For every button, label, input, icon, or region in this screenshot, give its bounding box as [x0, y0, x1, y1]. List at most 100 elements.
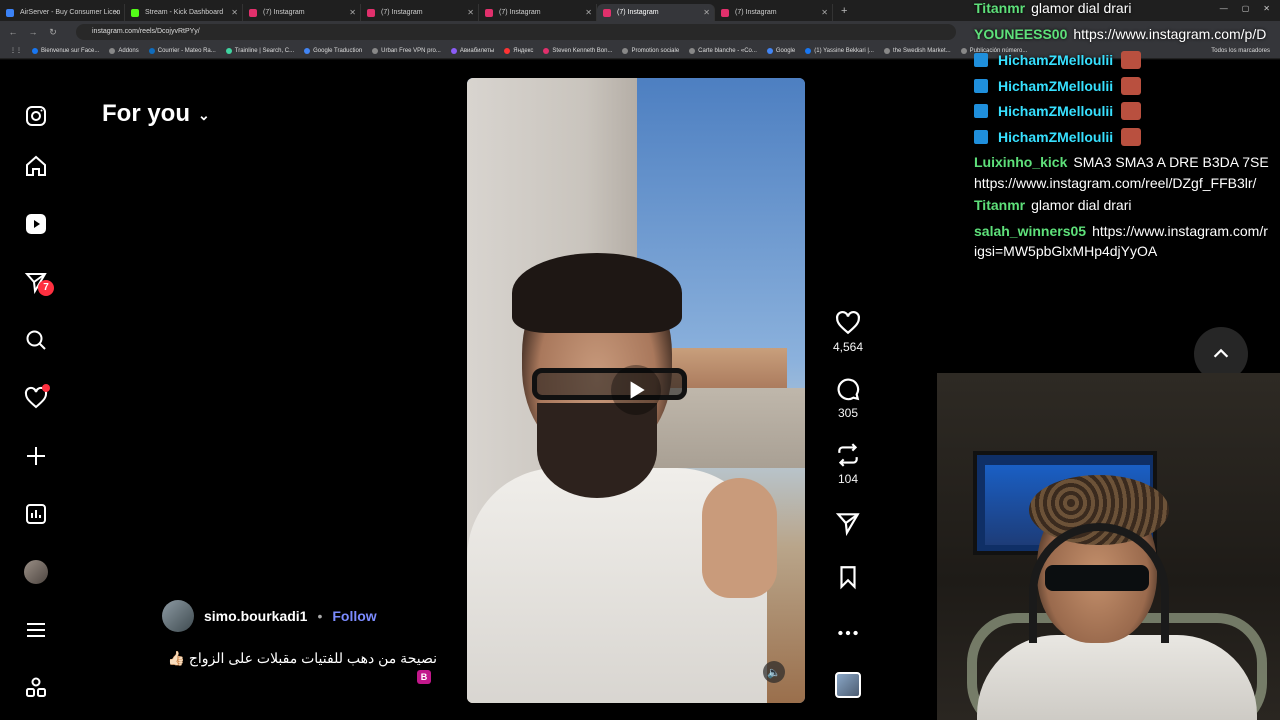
bookmark[interactable]: Steven Kenneth Bon... [543, 47, 612, 54]
like-action[interactable]: 4,564 [827, 310, 869, 354]
instagram-logo-icon[interactable] [22, 102, 50, 130]
url-field[interactable]: instagram.com/reels/DcojyvRtPYy/ [76, 24, 956, 40]
bookmark[interactable]: Urban Free VPN pro... [372, 47, 441, 54]
bookmark-favicon-icon [304, 47, 311, 54]
notifications-heart-icon[interactable] [22, 384, 50, 412]
bookmark[interactable]: Bienvenue sur Face... [32, 47, 99, 54]
ellipsis-icon [838, 630, 858, 636]
play-button[interactable] [611, 365, 661, 415]
dashboard-icon[interactable] [22, 500, 50, 528]
chat-message: HichamZMelloulii [974, 77, 1142, 95]
bookmark[interactable]: Courrier - Mateo Ra... [148, 47, 216, 54]
bookmark[interactable]: Trainline | Search, C... [225, 47, 294, 54]
search-icon[interactable] [22, 326, 50, 354]
chat-text: SMA3 SMA3 A DRE B3DA 7SE [1073, 154, 1269, 170]
chat-username: HichamZMelloulii [998, 78, 1114, 94]
tab-label: (7) Instagram [617, 8, 659, 16]
close-icon[interactable]: ✕ [703, 4, 710, 21]
browser-tab[interactable]: (7) Instagram ✕ [715, 3, 833, 21]
bookmark[interactable]: Google Traduction [304, 47, 362, 54]
comment-action[interactable]: 305 [827, 376, 869, 420]
browser-tab[interactable]: (7) Instagram ✕ [361, 3, 479, 21]
browser-tab[interactable]: AirServer - Buy Consumer Licen ✕ [0, 3, 125, 21]
messages-icon[interactable]: 7 [22, 268, 54, 296]
bookmark[interactable]: Авиабилеты [450, 47, 494, 54]
save-action[interactable] [827, 564, 869, 590]
close-icon[interactable]: ✕ [821, 4, 828, 21]
volume-button[interactable]: 🔈 [763, 661, 785, 683]
comment-icon [837, 378, 860, 401]
new-tab-icon[interactable]: + [833, 5, 855, 17]
reel-video[interactable]: 🔈 [467, 78, 805, 703]
bookmark[interactable]: Promotion sociale [622, 47, 679, 54]
chat-username: HichamZMelloulii [998, 129, 1114, 145]
chat-message: Luixinho_kick SMA3 SMA3 A DRE B3DA 7SE [974, 154, 1269, 170]
chat-text: glamor dial drari [1031, 0, 1132, 16]
reels-icon[interactable] [22, 210, 50, 238]
webcam-overlay [937, 373, 1280, 720]
chat-username: Titanmr [974, 0, 1026, 16]
back-icon[interactable]: ← [8, 27, 18, 37]
browser-tab[interactable]: (7) Instagram ✕ [479, 3, 597, 21]
instagram-favicon-icon [367, 8, 375, 17]
repost-action[interactable]: 104 [827, 442, 869, 486]
kick-badge-icon [974, 104, 988, 118]
bookmark-favicon-icon [109, 47, 116, 54]
emote-icon [1121, 77, 1142, 95]
bookmark[interactable]: Google [766, 47, 795, 54]
share-icon [835, 513, 860, 536]
video-person-hand [702, 478, 777, 598]
caption-badge: B [417, 670, 431, 684]
reel-caption[interactable]: نصيحة من دهب للفتيات مقبلات على الزواج 👍… [167, 650, 437, 667]
instagram-favicon-icon [603, 8, 611, 17]
browser-tab-active[interactable]: (7) Instagram ✕ [597, 3, 715, 21]
create-icon[interactable] [22, 442, 50, 470]
audio-thumbnail[interactable] [827, 672, 869, 698]
close-icon[interactable]: ✕ [231, 4, 238, 21]
close-icon[interactable]: ✕ [585, 4, 592, 21]
bookmark-favicon-icon [148, 47, 155, 54]
menu-icon[interactable] [22, 616, 50, 644]
share-action[interactable] [827, 510, 869, 536]
also-from-meta-icon[interactable] [22, 674, 50, 702]
video-person-hair [512, 253, 682, 333]
emote-icon [1121, 128, 1142, 146]
close-icon[interactable]: ✕ [467, 4, 474, 21]
screen: AirServer - Buy Consumer Licen ✕ Stream … [0, 0, 1280, 720]
bookmark-favicon-icon [622, 47, 629, 54]
close-icon[interactable]: ✕ [349, 4, 356, 21]
bookmark-favicon-icon [543, 47, 550, 54]
browser-tab[interactable]: (7) Instagram ✕ [243, 3, 361, 21]
feed-selector[interactable]: For you ⌄ [102, 100, 210, 128]
bookmark[interactable]: Carte blanche - «Co... [689, 47, 757, 54]
kick-badge-icon [974, 79, 988, 93]
forward-icon[interactable]: → [28, 27, 38, 37]
close-icon[interactable]: ✕ [113, 4, 120, 21]
play-icon [630, 381, 645, 399]
reload-icon[interactable]: ↻ [48, 27, 58, 38]
author-avatar[interactable] [162, 600, 194, 632]
instagram-sidebar: 7 [0, 60, 72, 720]
chevron-down-icon: ⌄ [198, 106, 210, 123]
author-username[interactable]: simo.bourkadi1 [204, 608, 307, 624]
tab-favicon-icon [6, 8, 14, 17]
bookmark[interactable]: Addons [109, 47, 139, 54]
stream-chat-overlay: Titanmr glamor dial drari YOUNEESS00 https… [972, 0, 1280, 262]
emote-icon [1121, 51, 1142, 69]
video-person-beard [537, 403, 657, 498]
bookmark[interactable]: the Swedish Market... [883, 47, 951, 54]
home-icon[interactable] [22, 152, 50, 180]
chat-text-continued: igsi=MW5pbGlxMHp4djYyOA [974, 243, 1158, 259]
profile-avatar[interactable] [22, 558, 50, 586]
bookmark[interactable]: Яндекс [504, 47, 533, 54]
browser-tab[interactable]: Stream - Kick Dashboard ✕ [125, 3, 243, 21]
bookmark[interactable]: (1) Yassine Bekkari |... [805, 47, 874, 54]
video-person-glasses [532, 368, 687, 400]
streamer-shirt [977, 635, 1257, 720]
apps-icon[interactable]: ⋮⋮ [10, 47, 22, 54]
more-options-icon[interactable] [827, 620, 869, 646]
bookmark-favicon-icon [805, 47, 812, 54]
follow-button[interactable]: Follow [332, 608, 376, 624]
chat-text: https://www.instagram.com/r [1092, 223, 1268, 239]
separator-dot: • [317, 608, 323, 624]
